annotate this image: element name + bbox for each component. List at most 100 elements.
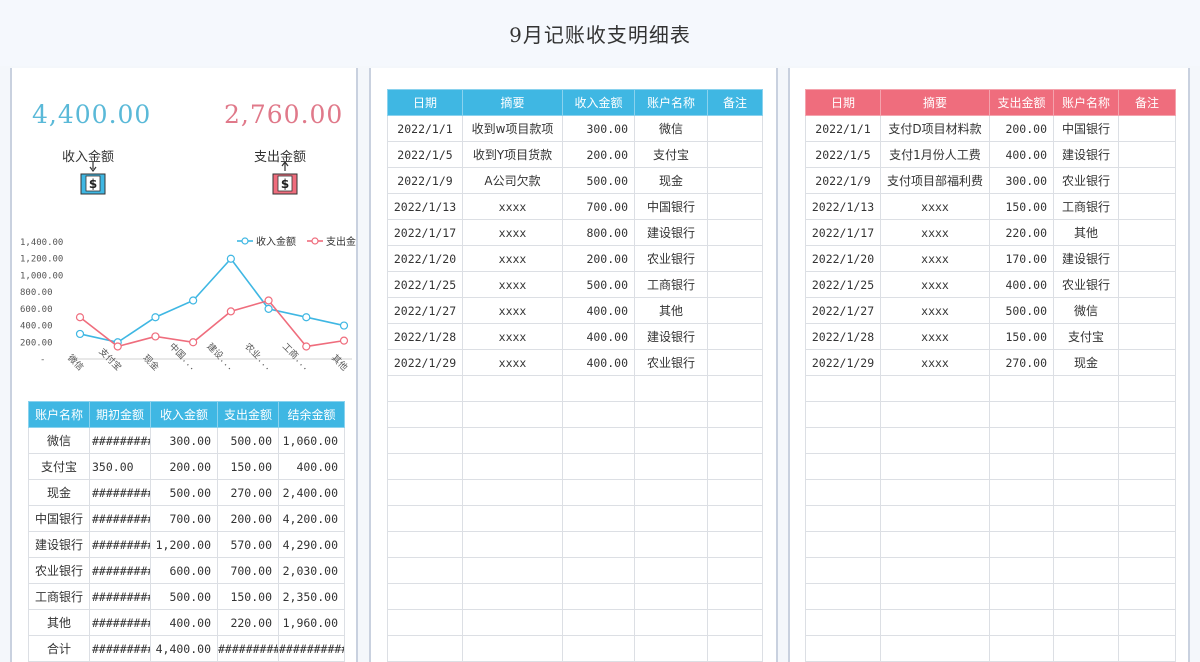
table-cell[interactable]: 500.00 (150, 583, 218, 610)
table-cell[interactable] (1053, 505, 1119, 532)
table-cell[interactable] (562, 427, 635, 454)
table-cell[interactable] (880, 375, 990, 402)
table-cell[interactable]: 2022/1/27 (805, 297, 881, 324)
table-cell[interactable]: 500.00 (562, 167, 635, 194)
table-cell[interactable]: xxxx (462, 323, 563, 350)
table-cell[interactable]: 220.00 (217, 609, 279, 636)
table-cell[interactable] (1118, 609, 1176, 636)
table-cell[interactable]: 现金 (634, 167, 708, 194)
table-cell[interactable]: xxxx (880, 193, 990, 220)
table-cell[interactable]: ######### (217, 635, 279, 662)
table-cell[interactable] (1118, 297, 1176, 324)
table-cell[interactable] (387, 401, 463, 428)
table-cell[interactable]: 500.00 (150, 479, 218, 506)
table-cell[interactable] (1053, 479, 1119, 506)
table-cell[interactable] (462, 401, 563, 428)
table-cell[interactable]: 2022/1/29 (387, 349, 463, 376)
table-cell[interactable]: 工商银行 (1053, 193, 1119, 220)
table-cell[interactable] (989, 531, 1054, 558)
table-cell[interactable] (880, 453, 990, 480)
table-cell[interactable] (562, 583, 635, 610)
table-cell[interactable] (1118, 141, 1176, 168)
table-cell[interactable]: ######### (89, 583, 151, 610)
table-cell[interactable] (1118, 557, 1176, 584)
table-cell[interactable]: 270.00 (989, 349, 1054, 376)
table-cell[interactable]: 微信 (28, 427, 90, 454)
table-cell[interactable]: 2022/1/25 (805, 271, 881, 298)
table-cell[interactable] (387, 609, 463, 636)
table-cell[interactable] (805, 557, 881, 584)
table-cell[interactable] (989, 609, 1054, 636)
table-cell[interactable] (1118, 375, 1176, 402)
table-cell[interactable] (880, 557, 990, 584)
table-cell[interactable]: 农业银行 (1053, 167, 1119, 194)
table-cell[interactable] (562, 401, 635, 428)
table-cell[interactable] (707, 505, 763, 532)
table-cell[interactable] (1053, 531, 1119, 558)
table-cell[interactable] (1118, 583, 1176, 610)
table-cell[interactable] (462, 479, 563, 506)
table-cell[interactable]: xxxx (462, 245, 563, 272)
table-cell[interactable] (707, 297, 763, 324)
table-cell[interactable] (634, 401, 708, 428)
table-cell[interactable] (707, 583, 763, 610)
table-cell[interactable] (462, 531, 563, 558)
table-cell[interactable]: xxxx (880, 297, 990, 324)
table-cell[interactable] (462, 583, 563, 610)
table-cell[interactable]: 1,960.00 (278, 609, 345, 636)
table-cell[interactable] (989, 401, 1054, 428)
table-cell[interactable] (462, 609, 563, 636)
table-cell[interactable] (805, 583, 881, 610)
table-cell[interactable] (707, 401, 763, 428)
table-cell[interactable]: 建设银行 (28, 531, 90, 558)
table-cell[interactable] (634, 609, 708, 636)
table-cell[interactable] (707, 453, 763, 480)
table-cell[interactable]: 4,290.00 (278, 531, 345, 558)
table-cell[interactable] (989, 583, 1054, 610)
table-cell[interactable] (387, 453, 463, 480)
table-cell[interactable]: 4,400.00 (150, 635, 218, 662)
table-cell[interactable] (989, 453, 1054, 480)
table-cell[interactable]: 现金 (1053, 349, 1119, 376)
table-cell[interactable]: 800.00 (562, 219, 635, 246)
table-cell[interactable] (1118, 505, 1176, 532)
table-cell[interactable]: 2022/1/17 (387, 219, 463, 246)
table-cell[interactable] (387, 583, 463, 610)
table-cell[interactable]: 微信 (1053, 297, 1119, 324)
table-cell[interactable]: ######### (89, 531, 151, 558)
table-cell[interactable]: 建设银行 (634, 323, 708, 350)
table-cell[interactable] (634, 583, 708, 610)
table-cell[interactable] (805, 427, 881, 454)
table-cell[interactable]: 中国银行 (634, 193, 708, 220)
table-cell[interactable] (387, 635, 463, 662)
table-cell[interactable] (562, 375, 635, 402)
table-cell[interactable] (1118, 115, 1176, 142)
table-cell[interactable] (1118, 635, 1176, 662)
table-cell[interactable] (1053, 557, 1119, 584)
table-cell[interactable] (1053, 427, 1119, 454)
table-cell[interactable] (707, 219, 763, 246)
table-cell[interactable]: 其他 (1053, 219, 1119, 246)
table-cell[interactable] (707, 635, 763, 662)
table-cell[interactable]: 1,200.00 (150, 531, 218, 558)
table-cell[interactable]: 300.00 (989, 167, 1054, 194)
table-cell[interactable] (805, 635, 881, 662)
table-cell[interactable]: 570.00 (217, 531, 279, 558)
table-cell[interactable] (562, 531, 635, 558)
table-cell[interactable] (387, 479, 463, 506)
table-cell[interactable]: 300.00 (562, 115, 635, 142)
table-cell[interactable]: 支付D项目材料款 (880, 115, 990, 142)
table-cell[interactable]: 微信 (634, 115, 708, 142)
table-cell[interactable]: 农业银行 (28, 557, 90, 584)
table-cell[interactable]: 农业银行 (634, 349, 708, 376)
table-cell[interactable] (1118, 245, 1176, 272)
table-cell[interactable] (1118, 479, 1176, 506)
table-cell[interactable]: 2022/1/17 (805, 219, 881, 246)
table-cell[interactable]: 200.00 (150, 453, 218, 480)
table-cell[interactable] (1118, 193, 1176, 220)
table-cell[interactable] (880, 479, 990, 506)
table-cell[interactable] (1118, 453, 1176, 480)
table-cell[interactable]: 2022/1/13 (387, 193, 463, 220)
table-cell[interactable]: 其他 (634, 297, 708, 324)
table-cell[interactable] (1118, 427, 1176, 454)
